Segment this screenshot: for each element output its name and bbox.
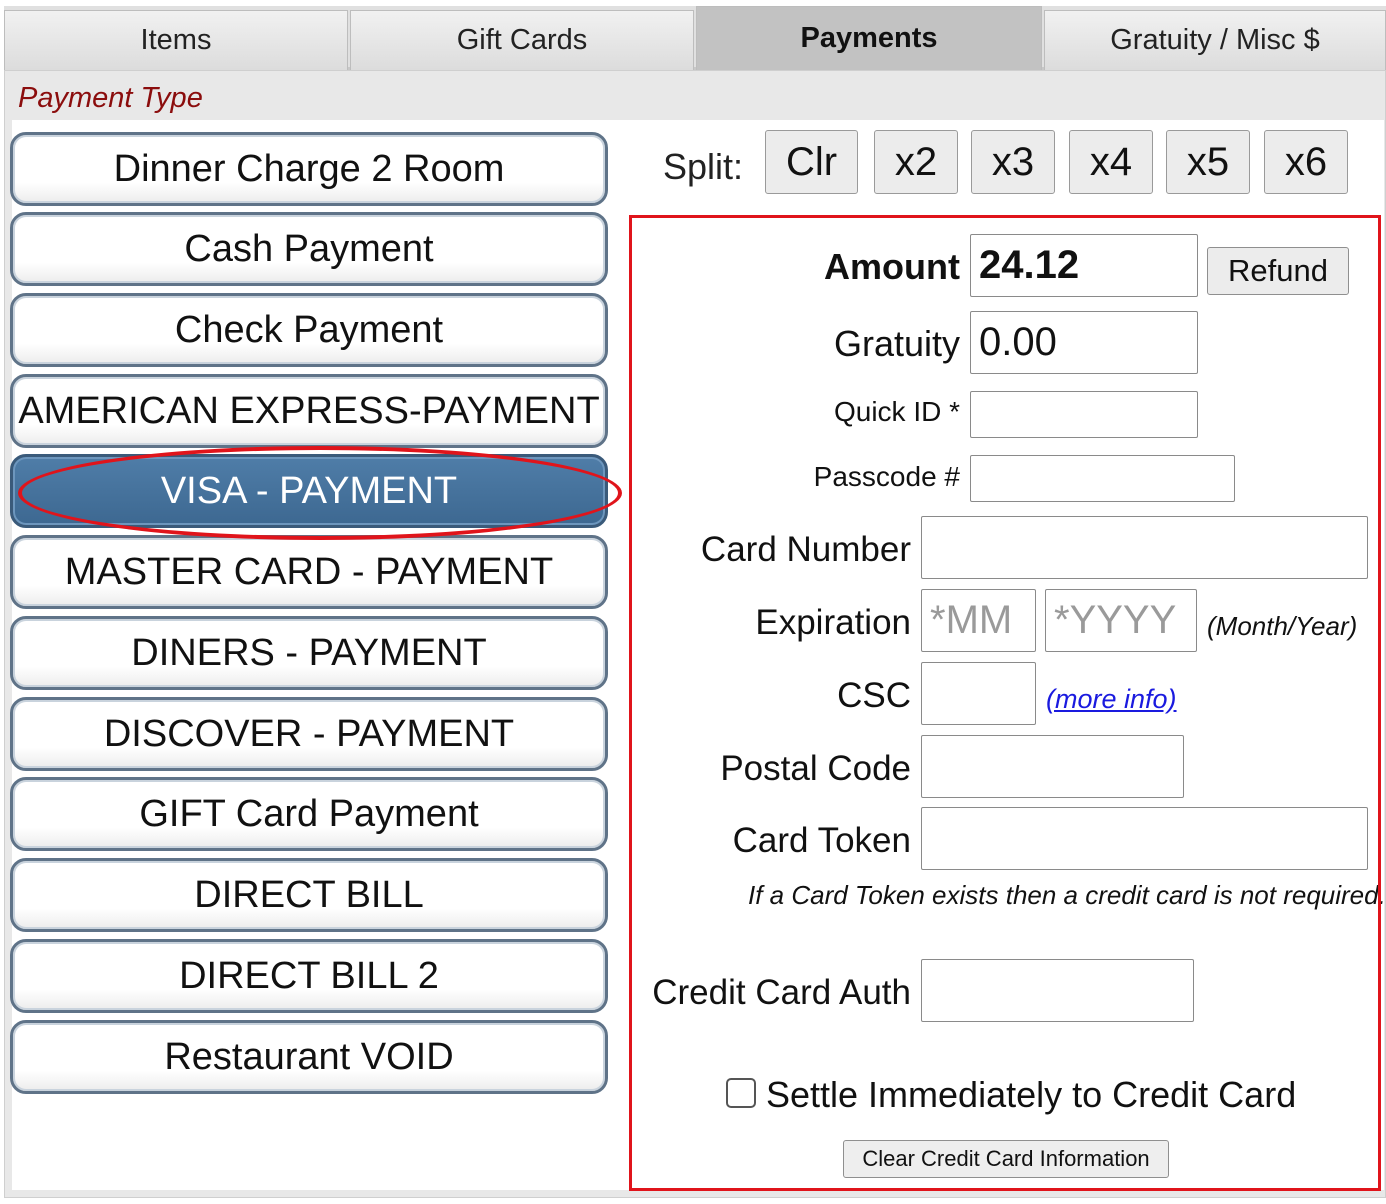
split-x5-button[interactable]: x5: [1166, 130, 1250, 194]
tab-payments[interactable]: Payments: [696, 6, 1042, 70]
exp-year-field[interactable]: *YYYY: [1045, 589, 1197, 652]
amount-field[interactable]: 24.12: [970, 234, 1198, 297]
credit-card-auth-label: Credit Card Auth: [652, 973, 911, 1012]
tab-gratuity-misc[interactable]: Gratuity / Misc $: [1044, 10, 1386, 70]
passcode-label: Passcode #: [813, 461, 960, 492]
csc-field[interactable]: [921, 662, 1036, 725]
payment-direct-bill[interactable]: DIRECT BILL: [10, 858, 608, 932]
postal-code-field[interactable]: [921, 735, 1184, 798]
amount-label: Amount: [824, 246, 960, 287]
card-token-label: Card Token: [732, 821, 911, 860]
card-number-field[interactable]: [921, 516, 1368, 579]
payment-cash[interactable]: Cash Payment: [10, 212, 608, 286]
split-clear-button[interactable]: Clr: [765, 130, 858, 194]
card-number-label: Card Number: [700, 530, 911, 569]
payment-type-heading: Payment Type: [18, 82, 203, 114]
payment-discover[interactable]: DISCOVER - PAYMENT: [10, 697, 608, 771]
payment-visa[interactable]: VISA - PAYMENT: [10, 454, 608, 528]
split-x4-button[interactable]: x4: [1069, 130, 1153, 194]
gratuity-field[interactable]: 0.00: [970, 311, 1198, 374]
quick-id-field[interactable]: [970, 391, 1198, 438]
card-token-hint: If a Card Token exists then a credit car…: [748, 880, 1386, 910]
quick-id-label: Quick ID *: [833, 396, 960, 427]
payment-diners[interactable]: DINERS - PAYMENT: [10, 616, 608, 690]
payment-check[interactable]: Check Payment: [10, 293, 608, 367]
payment-master-card[interactable]: MASTER CARD - PAYMENT: [10, 535, 608, 609]
passcode-field[interactable]: [970, 455, 1235, 502]
credit-card-auth-field[interactable]: [921, 959, 1194, 1022]
csc-more-info-link[interactable]: (more info): [1046, 684, 1177, 715]
expiration-format-hint: (Month/Year): [1207, 611, 1358, 641]
postal-code-label: Postal Code: [720, 749, 911, 788]
split-x6-button[interactable]: x6: [1264, 130, 1348, 194]
split-label: Split:: [663, 146, 744, 187]
tab-items[interactable]: Items: [4, 10, 348, 70]
payment-restaurant-void[interactable]: Restaurant VOID: [10, 1020, 608, 1094]
gratuity-label: Gratuity: [833, 323, 960, 364]
payment-american-express[interactable]: AMERICAN EXPRESS-PAYMENT: [10, 374, 608, 448]
card-token-field[interactable]: [921, 807, 1368, 870]
expiration-label: Expiration: [755, 603, 911, 642]
settle-immediately-checkbox[interactable]: [726, 1078, 756, 1108]
clear-credit-card-button[interactable]: Clear Credit Card Information: [843, 1140, 1169, 1178]
tab-gift-cards[interactable]: Gift Cards: [350, 10, 694, 70]
payment-dinner-charge-room[interactable]: Dinner Charge 2 Room: [10, 132, 608, 206]
payment-gift-card[interactable]: GIFT Card Payment: [10, 777, 608, 851]
split-x3-button[interactable]: x3: [971, 130, 1055, 194]
split-x2-button[interactable]: x2: [874, 130, 958, 194]
refund-button[interactable]: Refund: [1207, 247, 1349, 295]
settle-immediately-label: Settle Immediately to Credit Card: [766, 1074, 1297, 1115]
csc-label: CSC: [837, 676, 911, 715]
tab-bar: Items Gift Cards Payments Gratuity / Mis…: [4, 6, 1386, 70]
payment-direct-bill-2[interactable]: DIRECT BILL 2: [10, 939, 608, 1013]
exp-month-field[interactable]: *MM: [921, 589, 1036, 652]
